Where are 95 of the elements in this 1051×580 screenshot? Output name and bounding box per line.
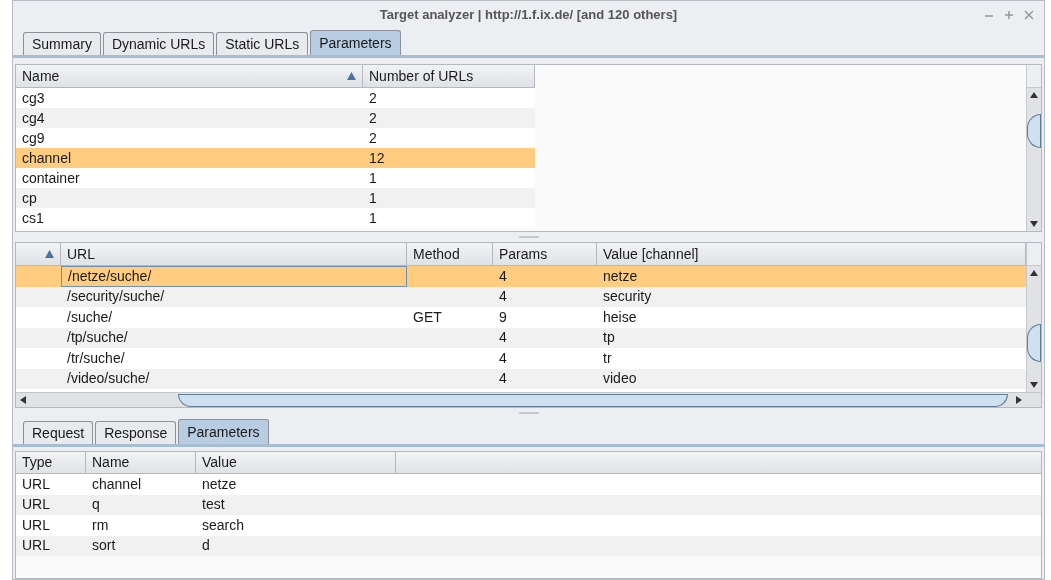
maximize-icon[interactable] — [1004, 9, 1014, 21]
table-cell-text: search — [201, 515, 246, 535]
table-cell-text: cs1 — [21, 208, 45, 228]
scrollbar[interactable] — [1026, 243, 1041, 392]
table-cell-text: video — [602, 369, 638, 389]
table-cell-text: 4 — [498, 266, 508, 286]
tab[interactable]: Parameters — [178, 419, 269, 444]
table-row[interactable]: cp 1 — [16, 188, 535, 208]
tab[interactable]: Response — [95, 421, 177, 444]
table-cell-text: cg9 — [21, 128, 46, 148]
header-label: Params — [499, 244, 548, 264]
sort-ascending-icon — [45, 250, 54, 258]
table-row[interactable]: cs1 1 — [16, 208, 535, 228]
table-cell-text: cg3 — [21, 88, 46, 108]
tab[interactable]: Dynamic URLs — [102, 32, 215, 55]
sort-ascending-icon — [347, 72, 356, 80]
table-row[interactable]: channel 12 — [16, 148, 535, 168]
table-cell-text: rm — [91, 515, 110, 535]
window-title: Target analyzer | http://1.f.ix.de/ [and 120 others] — [379, 6, 678, 25]
table-cell-text: 4 — [498, 328, 508, 348]
table-cell-text: channel — [91, 474, 143, 494]
scrollbar-thumb[interactable] — [178, 393, 1008, 407]
table-cell-text: channel — [21, 148, 73, 168]
tab[interactable]: Request — [23, 421, 94, 444]
header-label: Number of URLs — [369, 66, 474, 86]
table-cell-text: netze — [201, 474, 238, 494]
table-cell-text: 9 — [498, 307, 508, 327]
tab[interactable]: Static URLs — [216, 32, 309, 55]
scrollbar-thumb[interactable] — [1027, 324, 1041, 362]
table-cell-text: URL — [21, 536, 51, 556]
header-corner — [1027, 65, 1041, 88]
table-cell-text: container — [21, 168, 81, 188]
header-label: Value [channel] — [603, 244, 699, 264]
header-label: Type — [22, 453, 53, 472]
table-cell-text: URL — [21, 495, 51, 515]
table-row[interactable]: container 1 — [16, 168, 535, 188]
table-row[interactable]: cg9 2 — [16, 128, 535, 148]
table-cell-text: GET — [412, 307, 443, 327]
table-cell-text: netze — [602, 266, 639, 286]
table-cell-text: /suche/ — [66, 307, 114, 327]
header-label: Method — [413, 244, 460, 264]
header-corner — [1027, 243, 1041, 266]
table-cell-text: 1 — [368, 208, 378, 228]
tab[interactable]: Parameters — [310, 30, 401, 55]
table-cell-text: 4 — [498, 369, 508, 389]
table-cell-text: tr — [602, 348, 613, 368]
table-cell-text: tp — [602, 328, 616, 348]
table-cell-text: 4 — [498, 348, 508, 368]
column-header[interactable]: Params — [493, 243, 597, 266]
column-header[interactable]: Type — [16, 452, 86, 474]
table-cell-text: cg4 — [21, 108, 46, 128]
table-cell-text: 12 — [368, 148, 386, 168]
table-cell-text: d — [201, 536, 211, 556]
column-header[interactable]: Name — [16, 65, 363, 88]
table-cell-text: 2 — [368, 128, 378, 148]
column-header[interactable]: URL — [61, 243, 407, 266]
close-icon[interactable] — [1024, 9, 1034, 21]
tab[interactable]: Summary — [23, 32, 101, 55]
column-header[interactable]: Number of URLs — [363, 65, 535, 88]
horizontal-scrollbar[interactable] — [16, 392, 1041, 407]
table-cell-text: 2 — [368, 88, 378, 108]
table-cell-text: /tr/suche/ — [66, 348, 126, 368]
table-cell-text: 1 — [368, 168, 378, 188]
table-cell-text: /security/suche/ — [66, 287, 166, 307]
column-header[interactable]: Method — [407, 243, 493, 266]
table-cell-text: heise — [602, 307, 638, 327]
header-label: URL — [67, 244, 95, 264]
table-cell-text: cp — [21, 188, 38, 208]
table-cell-text: URL — [21, 474, 51, 494]
table-cell-text: 4 — [498, 287, 508, 307]
table-cell: /netze/suche/ — [61, 266, 407, 287]
table-row[interactable]: cg4 2 — [16, 108, 535, 128]
table-cell-text: sort — [91, 536, 117, 556]
table-cell-text: 2 — [368, 108, 378, 128]
table-row[interactable]: /netze/suche/ 4 netze — [16, 266, 1026, 287]
header-label: Value — [202, 453, 237, 472]
table-row[interactable]: /security/suche/ 4 security — [16, 286, 1026, 307]
scrollbar[interactable] — [1026, 65, 1041, 231]
table-cell-text: URL — [21, 515, 51, 535]
header-label: Name — [22, 66, 60, 86]
table-cell-text: q — [91, 495, 101, 515]
column-header[interactable]: Value — [196, 452, 396, 474]
table-cell-text: security — [602, 287, 653, 307]
table-row[interactable]: cg3 2 — [16, 88, 535, 108]
table-row[interactable]: /video/suche/ 4 video — [16, 368, 1026, 389]
table-cell-text: /tp/suche/ — [66, 328, 129, 348]
table-cell-text: test — [201, 495, 226, 515]
scrollbar-thumb[interactable] — [1027, 114, 1041, 148]
header-label: Name — [92, 453, 130, 472]
table-row[interactable]: /tp/suche/ 4 tp — [16, 327, 1026, 348]
column-header[interactable]: Name — [86, 452, 196, 474]
column-header[interactable]: Value [channel] — [597, 243, 1026, 266]
table-cell-text: /video/suche/ — [66, 369, 151, 389]
table-cell-text: 1 — [368, 188, 378, 208]
sort-header[interactable] — [16, 243, 61, 266]
